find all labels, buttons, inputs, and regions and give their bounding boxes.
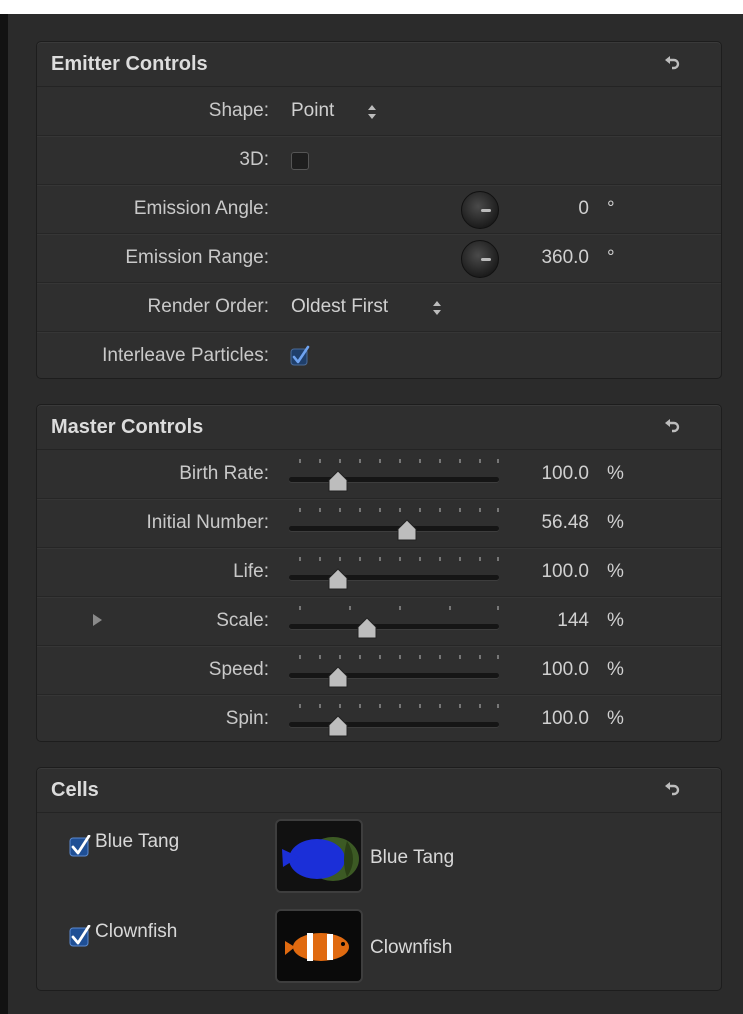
reset-icon[interactable] xyxy=(661,417,681,437)
birth-rate-label: Birth Rate: xyxy=(179,463,269,484)
panel-title: Emitter Controls xyxy=(51,53,208,75)
left-edge xyxy=(0,14,8,1014)
birth-rate-slider[interactable] xyxy=(289,477,499,482)
reset-icon[interactable] xyxy=(661,780,681,800)
speed-slider[interactable] xyxy=(289,673,499,678)
speed-row: Speed: 100.0 % xyxy=(37,645,721,694)
cell-item: Blue Tang Blue Tang xyxy=(37,813,721,903)
render-order-row: Render Order: Oldest First xyxy=(37,282,721,331)
emission-angle-label: Emission Angle: xyxy=(133,198,269,219)
cell-checkbox[interactable] xyxy=(69,835,91,857)
initial-number-value[interactable]: 56.48 xyxy=(541,512,589,534)
spin-row: Spin: 100.0 % xyxy=(37,694,721,743)
spin-slider[interactable] xyxy=(289,722,499,727)
emission-range-row: Emission Range: 360.0 ° xyxy=(37,233,721,282)
interleave-row: Interleave Particles: xyxy=(37,331,721,380)
emitter-controls-panel: Emitter Controls Shape: Point 3D: Emissi… xyxy=(36,41,722,379)
life-row: Life: 100.0 % xyxy=(37,547,721,596)
slider-thumb[interactable] xyxy=(327,568,349,590)
life-slider[interactable] xyxy=(289,575,499,580)
fish-image xyxy=(277,911,361,981)
cell-name: Blue Tang xyxy=(370,847,455,868)
speed-value[interactable]: 100.0 xyxy=(541,659,589,681)
scale-row: Scale: 144 % xyxy=(37,596,721,645)
interleave-checkbox[interactable] xyxy=(289,345,311,367)
scale-value[interactable]: 144 xyxy=(557,610,589,632)
slider-thumb[interactable] xyxy=(327,715,349,737)
cell-checkbox[interactable] xyxy=(69,925,91,947)
initial-number-row: Initial Number: 56.48 % xyxy=(37,498,721,547)
cells-panel: Cells Blue Tang Blue Tang Clownfish Clow… xyxy=(36,767,722,991)
birth-rate-row: Birth Rate: 100.0 % xyxy=(37,450,721,498)
life-value[interactable]: 100.0 xyxy=(541,561,589,583)
speed-label: Speed: xyxy=(208,659,269,680)
shape-popup[interactable]: Point xyxy=(291,100,334,122)
updown-arrows-icon[interactable] xyxy=(432,300,442,316)
emission-angle-dial[interactable] xyxy=(461,191,499,229)
slider-ticks xyxy=(299,606,499,612)
initial-number-slider[interactable] xyxy=(289,526,499,531)
shape-row: Shape: Point xyxy=(37,87,721,135)
slider-ticks xyxy=(299,655,499,661)
fish-image xyxy=(277,821,361,891)
birth-rate-value[interactable]: 100.0 xyxy=(541,463,589,485)
scale-slider[interactable] xyxy=(289,624,499,629)
emission-range-value[interactable]: 360.0 xyxy=(541,247,589,269)
percent-unit: % xyxy=(607,512,624,533)
threed-label: 3D: xyxy=(239,149,269,170)
emission-range-dial[interactable] xyxy=(461,240,499,278)
percent-unit: % xyxy=(607,561,624,582)
scale-label: Scale: xyxy=(216,610,269,631)
interleave-label: Interleave Particles: xyxy=(102,345,269,366)
emission-angle-row: Emission Angle: 0 ° xyxy=(37,184,721,233)
degree-unit: ° xyxy=(607,247,615,268)
master-controls-panel: Master Controls Birth Rate: 100.0 % Init… xyxy=(36,404,722,742)
slider-ticks xyxy=(299,704,499,710)
slider-thumb[interactable] xyxy=(356,617,378,639)
panel-title: Master Controls xyxy=(51,416,204,438)
cell-name: Clownfish xyxy=(370,937,453,958)
percent-unit: % xyxy=(607,708,624,729)
reset-icon[interactable] xyxy=(661,54,681,74)
percent-unit: % xyxy=(607,463,624,484)
degree-unit: ° xyxy=(607,198,615,219)
life-label: Life: xyxy=(233,561,269,582)
panel-title: Cells xyxy=(51,779,99,801)
spin-value[interactable]: 100.0 xyxy=(541,708,589,730)
slider-thumb[interactable] xyxy=(327,666,349,688)
slider-thumb[interactable] xyxy=(327,470,349,492)
disclosure-triangle-icon[interactable] xyxy=(93,614,102,626)
slider-ticks xyxy=(299,459,499,465)
emitter-controls-header[interactable]: Emitter Controls xyxy=(37,42,721,87)
blue-tang-thumbnail[interactable] xyxy=(275,819,363,893)
slider-ticks xyxy=(299,557,499,563)
emission-angle-value[interactable]: 0 xyxy=(578,198,589,220)
cells-header[interactable]: Cells xyxy=(37,768,721,813)
cell-label[interactable]: Blue Tang xyxy=(95,831,179,853)
threed-checkbox[interactable] xyxy=(291,152,309,170)
cell-item: Clownfish Clownfish xyxy=(37,903,721,993)
percent-unit: % xyxy=(607,610,624,631)
spin-label: Spin: xyxy=(225,708,269,729)
render-order-label: Render Order: xyxy=(147,296,269,317)
master-controls-header[interactable]: Master Controls xyxy=(37,405,721,450)
updown-arrows-icon[interactable] xyxy=(367,104,377,120)
slider-ticks xyxy=(299,508,499,514)
clownfish-thumbnail[interactable] xyxy=(275,909,363,983)
slider-thumb[interactable] xyxy=(396,519,418,541)
initial-number-label: Initial Number: xyxy=(146,512,270,533)
percent-unit: % xyxy=(607,659,624,680)
cell-label[interactable]: Clownfish xyxy=(95,921,177,943)
top-edge xyxy=(0,0,743,14)
emission-range-label: Emission Range: xyxy=(125,247,269,268)
shape-label: Shape: xyxy=(208,100,269,121)
render-order-popup[interactable]: Oldest First xyxy=(291,296,388,318)
threed-row: 3D: xyxy=(37,135,721,184)
